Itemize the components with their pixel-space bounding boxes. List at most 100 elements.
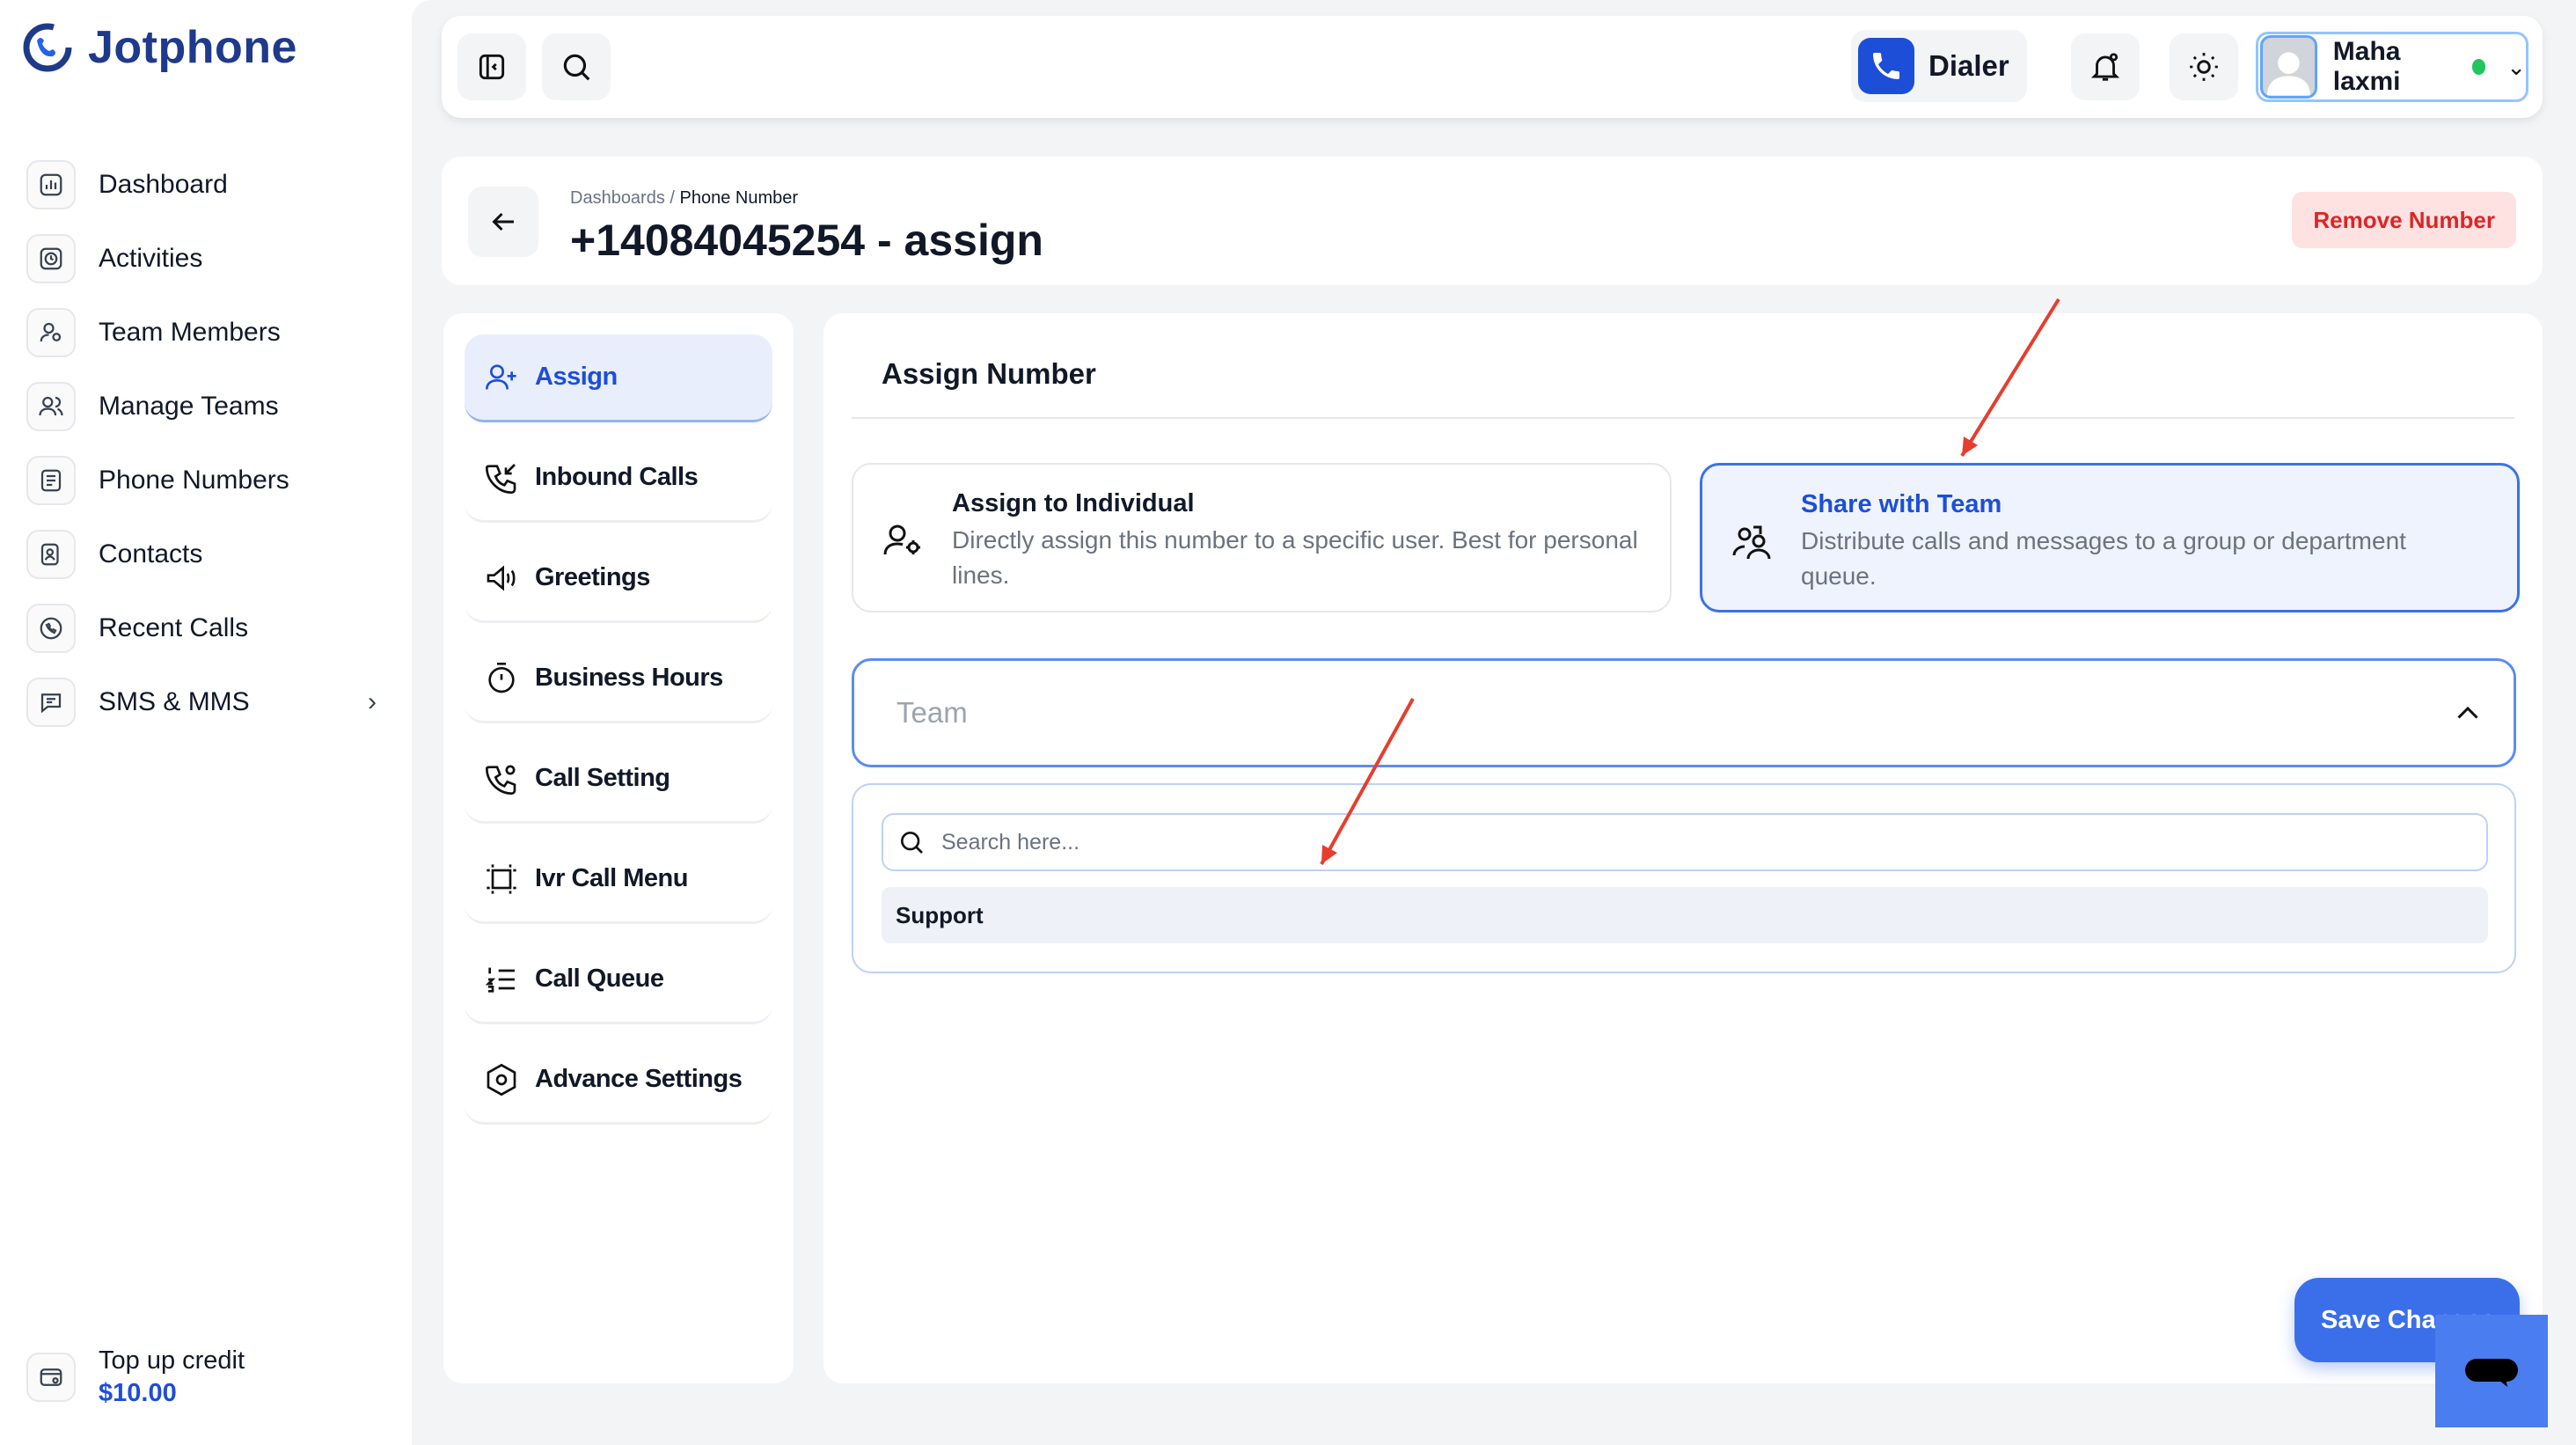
section-title: Assign Number bbox=[882, 357, 1096, 390]
tab-label: Greetings bbox=[535, 563, 650, 591]
call-settings-icon bbox=[485, 765, 516, 795]
divider bbox=[852, 417, 2514, 419]
sidebar-item-manage-teams[interactable]: Manage Teams bbox=[26, 370, 387, 444]
team-share-icon bbox=[1732, 525, 1771, 560]
top-bar: Dialer Maha laxmi ⌄ bbox=[442, 16, 2543, 118]
inbound-call-icon bbox=[485, 463, 516, 494]
breadcrumb-current: Phone Number bbox=[679, 188, 799, 208]
sidebar-item-recent-calls[interactable]: Recent Calls bbox=[26, 591, 387, 665]
tab-label: Advance Settings bbox=[535, 1065, 743, 1093]
logo-icon bbox=[23, 23, 72, 72]
option-title: Assign to Individual bbox=[952, 489, 1195, 517]
tab-ivr-call-menu[interactable]: Ivr Call Menu bbox=[465, 836, 772, 924]
option-title: Share with Team bbox=[1801, 490, 2002, 518]
user-plus-icon bbox=[486, 363, 516, 389]
page-title: +14084045254 - assign bbox=[570, 216, 1043, 265]
search-button[interactable] bbox=[542, 33, 611, 100]
team-dropdown: Support bbox=[852, 783, 2516, 973]
tab-label: Call Setting bbox=[535, 764, 670, 792]
chevron-up-icon bbox=[2457, 706, 2478, 719]
tab-label: Inbound Calls bbox=[535, 463, 699, 491]
sidebar-item-label: Phone Numbers bbox=[99, 466, 289, 495]
phone-icon bbox=[1858, 38, 1914, 94]
sidebar-item-activities[interactable]: Activities bbox=[26, 222, 387, 296]
sidebar-item-dashboard[interactable]: Dashboard bbox=[26, 148, 387, 222]
online-status-dot bbox=[2471, 59, 2486, 75]
search-icon bbox=[901, 832, 923, 854]
contacts-icon bbox=[26, 530, 76, 579]
sidebar-item-label: Team Members bbox=[99, 318, 281, 347]
hex-settings-icon bbox=[487, 1063, 516, 1096]
notifications-button[interactable] bbox=[2071, 33, 2140, 100]
remove-number-button[interactable]: Remove Number bbox=[2292, 192, 2516, 248]
team-option-support[interactable]: Support bbox=[882, 887, 2488, 943]
sidebar: Jotphone Dashboard Activities Team Membe… bbox=[0, 0, 412, 1445]
tab-call-queue[interactable]: Call Queue bbox=[465, 936, 772, 1024]
collapse-sidebar-button[interactable] bbox=[457, 33, 526, 100]
breadcrumb-separator: / bbox=[670, 188, 675, 208]
sidebar-item-label: Dashboard bbox=[99, 170, 228, 199]
sidebar-item-sms-mms[interactable]: SMS & MMS › bbox=[26, 665, 387, 739]
user-menu[interactable]: Maha laxmi ⌄ bbox=[2256, 32, 2528, 102]
team-select-placeholder: Team bbox=[896, 696, 968, 729]
sidebar-item-team-members[interactable]: Team Members bbox=[26, 296, 387, 370]
chart-icon bbox=[26, 160, 76, 209]
sidebar-item-label: Manage Teams bbox=[99, 392, 279, 421]
team-search bbox=[882, 813, 2488, 871]
sidebar-nav: Dashboard Activities Team Members Manage… bbox=[26, 148, 387, 739]
topup-label: Top up credit bbox=[99, 1346, 245, 1375]
tab-call-setting[interactable]: Call Setting bbox=[465, 736, 772, 824]
sidebar-item-phone-numbers[interactable]: Phone Numbers bbox=[26, 444, 387, 517]
timer-icon bbox=[488, 662, 515, 693]
team-select[interactable]: Team bbox=[852, 658, 2516, 767]
sidebar-item-label: SMS & MMS bbox=[99, 687, 250, 716]
team-members-icon bbox=[26, 308, 76, 357]
sidebar-item-label: Activities bbox=[99, 244, 203, 273]
sidebar-toggle-icon bbox=[479, 54, 505, 80]
tab-advance-settings[interactable]: Advance Settings bbox=[465, 1037, 772, 1125]
chat-widget-button[interactable] bbox=[2435, 1315, 2548, 1427]
breadcrumb: Dashboards / Phone Number bbox=[570, 188, 798, 209]
dialer-button[interactable]: Dialer bbox=[1851, 30, 2027, 102]
wallet-icon bbox=[26, 1353, 76, 1402]
message-icon bbox=[26, 678, 76, 727]
sun-icon bbox=[2190, 53, 2218, 81]
tab-label: Business Hours bbox=[535, 664, 723, 692]
tab-inbound-calls[interactable]: Inbound Calls bbox=[465, 435, 772, 523]
assign-individual-option[interactable]: Assign to Individual Directly assign thi… bbox=[852, 463, 1672, 612]
settings-tabs: Assign Inbound Calls Greetings Business … bbox=[443, 313, 794, 1383]
sidebar-item-contacts[interactable]: Contacts bbox=[26, 517, 387, 591]
list-ordered-icon bbox=[485, 967, 515, 993]
tab-label: Assign bbox=[535, 363, 618, 391]
tab-assign[interactable]: Assign bbox=[465, 334, 772, 422]
assign-panel: Assign Number Assign to Individual Direc… bbox=[823, 313, 2543, 1383]
activity-icon bbox=[26, 234, 76, 283]
tab-label: Ivr Call Menu bbox=[535, 864, 689, 892]
teams-icon bbox=[26, 382, 76, 431]
tab-business-hours[interactable]: Business Hours bbox=[465, 635, 772, 723]
share-with-team-option[interactable]: Share with Team Distribute calls and mes… bbox=[1700, 463, 2520, 612]
sidebar-item-label: Contacts bbox=[99, 539, 203, 568]
app-name: Jotphone bbox=[88, 22, 297, 73]
topup-amount: $10.00 bbox=[99, 1379, 177, 1407]
phone-list-icon bbox=[26, 456, 76, 505]
chat-icon bbox=[2465, 1359, 2518, 1387]
search-icon bbox=[563, 54, 590, 81]
ivr-icon bbox=[487, 863, 516, 894]
dialer-label: Dialer bbox=[1928, 49, 2009, 82]
theme-toggle-button[interactable] bbox=[2170, 33, 2238, 100]
avatar bbox=[2260, 35, 2317, 99]
topup-credit[interactable]: Top up credit $10.00 bbox=[26, 1346, 245, 1408]
arrow-left-icon bbox=[492, 212, 514, 231]
megaphone-icon bbox=[487, 564, 516, 591]
back-button[interactable] bbox=[468, 187, 538, 257]
user-settings-icon bbox=[883, 524, 920, 555]
sidebar-item-label: Recent Calls bbox=[99, 613, 249, 642]
tab-greetings[interactable]: Greetings bbox=[465, 535, 772, 623]
team-search-input[interactable] bbox=[941, 829, 2486, 855]
app-logo[interactable]: Jotphone bbox=[19, 19, 297, 76]
breadcrumb-root[interactable]: Dashboards bbox=[570, 188, 665, 208]
option-description: Directly assign this number to a specifi… bbox=[952, 526, 1638, 589]
user-name: Maha laxmi bbox=[2332, 37, 2401, 96]
bell-icon bbox=[2090, 53, 2120, 81]
